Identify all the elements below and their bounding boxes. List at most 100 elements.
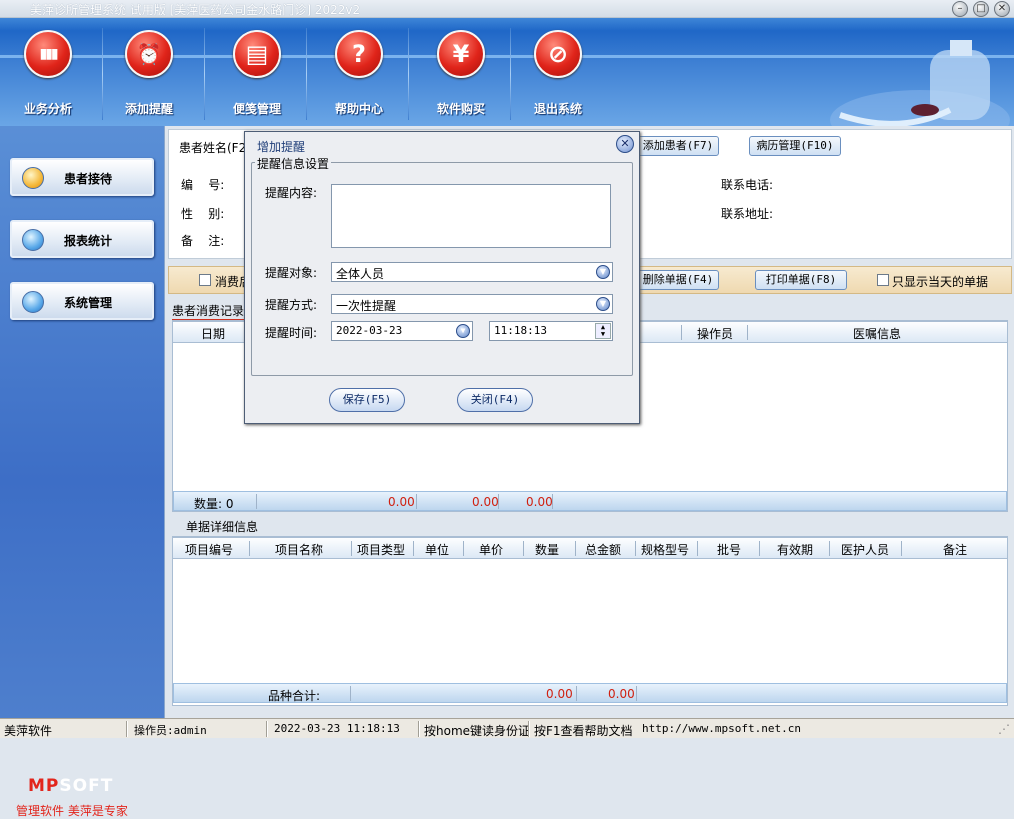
status-url: http://www.mpsoft.net.cn [642,722,801,735]
method-select[interactable]: 一次性提醒 ▼ [331,294,613,314]
status-separator [418,721,420,737]
toolbar-purchase[interactable]: ¥ 软件购买 [415,28,507,120]
tab-consumption-records[interactable]: 患者消费记录 [172,302,245,321]
date-picker[interactable]: 2022-03-23 ▼ [331,321,473,341]
patient-gender-label: 性 别: [181,207,225,221]
slogan: 管理软件 美萍是专家 [16,804,128,818]
status-id-card-hint: 按home键读身份证 [424,724,531,738]
sidebar-item-reception[interactable]: 患者接待 [10,158,154,196]
content-label: 提醒内容: [265,186,318,200]
dialog-title: 增加提醒 [257,140,306,154]
column-separator [697,541,698,556]
column-separator [575,541,576,556]
add-patient-button[interactable]: 添加患者(F7) [637,136,719,156]
detail-grid: 项目编号 项目名称 项目类型 单位 单价 数量 总金额 规格型号 批号 有效期 … [172,536,1008,706]
group-legend: 提醒信息设置 [255,155,332,172]
column-header: 单价 [479,543,504,557]
maximize-icon[interactable]: □ [973,1,989,17]
toolbar-divider [510,28,511,120]
column-separator [747,325,748,340]
column-separator [351,541,352,556]
question-icon: ? [335,30,383,78]
column-separator [256,494,257,509]
close-window-icon[interactable]: ✕ [994,1,1010,17]
total-value: 0.00 [608,687,635,701]
column-header: 日期 [201,327,226,341]
column-separator [681,325,682,340]
chevron-down-icon[interactable]: ▼ [596,297,610,311]
today-only-checkbox[interactable] [877,274,889,286]
count-label: 数量: 0 [194,497,234,511]
column-header: 数量 [535,543,560,557]
target-value: 全体人员 [336,267,385,281]
after-consume-checkbox[interactable] [199,274,211,286]
status-separator [126,721,128,737]
spin-arrows-icon[interactable]: ▲ ▼ [595,323,611,339]
column-header: 批号 [717,543,742,557]
status-datetime: 2022-03-23 11:18:13 [274,722,400,735]
column-separator [759,541,760,556]
toolbar-label: 便笺管理 [232,102,281,116]
add-reminder-dialog: 增加提醒 ✕ 提醒信息设置 提醒内容: 提醒对象: 全体人员 ▼ 提醒方式: 一… [244,131,640,424]
status-bar: 美萍软件 操作员:admin 2022-03-23 11:18:13 按home… [0,718,1014,738]
today-only-label: 只显示当天的单据 [892,275,989,289]
toolbar-help[interactable]: ? 帮助中心 [313,28,405,120]
toolbar-notes[interactable]: ▤ 便笺管理 [211,28,303,120]
sidebar-item-system[interactable]: 系统管理 [10,282,154,320]
phone-label: 联系电话: [721,178,774,192]
toolbar-label: 添加提醒 [124,102,173,116]
delete-receipt-button[interactable]: 删除单据(F4) [637,270,719,290]
chevron-down-icon[interactable]: ▼ [456,324,470,338]
status-separator [266,721,268,737]
time-spinner[interactable]: 11:18:13 ▲ ▼ [489,321,613,341]
clock-icon: ⏰ [125,30,173,78]
sidebar-item-reports[interactable]: 报表统计 [10,220,154,258]
close-button[interactable]: 关闭(F4) [457,388,533,412]
patient-id-label: 编 号: [181,178,225,192]
column-header: 规格型号 [641,543,690,557]
status-help-hint: 按F1查看帮助文档 [534,724,633,738]
column-header: 总金额 [585,543,622,557]
minimize-icon[interactable]: – [952,1,968,17]
detail-grid-header: 项目编号 项目名称 项目类型 单位 单价 数量 总金额 规格型号 批号 有效期 … [173,537,1007,559]
notepad-icon: ▤ [233,30,281,78]
column-separator [463,541,464,556]
window-title: 美萍诊所管理系统 试用版 [美萍医药公司金水路门诊] 2022v2 [30,3,361,17]
print-receipt-button[interactable]: 打印单据(F8) [755,270,847,290]
patient-name-label: 患者姓名(F2 [179,141,247,155]
title-bar: 美萍诊所管理系统 试用版 [美萍医药公司金水路门诊] 2022v2 – □ ✕ [0,0,1014,18]
column-separator [552,494,553,509]
toolbar-add-reminder[interactable]: ⏰ 添加提醒 [103,28,195,120]
detail-summary-bar: 品种合计: 0.00 0.00 [173,683,1007,703]
chevron-down-icon[interactable]: ▼ [596,265,610,279]
toolbar-label: 帮助中心 [334,102,383,116]
close-icon[interactable]: ✕ [616,135,634,153]
toolbar-exit[interactable]: ⊘ 退出系统 [512,28,604,120]
exit-icon: ⊘ [534,30,582,78]
column-header: 项目类型 [357,543,406,557]
toolbar-business-analysis[interactable]: ▮▮▮ 业务分析 [2,28,94,120]
column-separator [249,541,250,556]
orb-icon [22,229,44,251]
save-button[interactable]: 保存(F5) [329,388,405,412]
column-header: 操作员 [697,327,734,341]
target-select[interactable]: 全体人员 ▼ [331,262,613,282]
column-separator [576,686,577,701]
column-header: 备注 [943,543,968,557]
status-operator: 操作员:admin [134,724,207,737]
orb-icon [22,167,44,189]
medical-records-button[interactable]: 病历管理(F10) [749,136,841,156]
method-value: 一次性提醒 [336,299,397,313]
total-value: 0.00 [526,495,553,509]
column-separator [413,541,414,556]
column-header: 项目名称 [275,543,324,557]
total-value: 0.00 [388,495,415,509]
column-header: 医护人员 [841,543,890,557]
time-label: 提醒时间: [265,326,318,340]
status-app: 美萍软件 [4,724,53,738]
toolbar-divider [204,28,205,120]
sidebar: 患者接待 报表统计 系统管理 MPSOFT 管理软件 美萍是专家 [0,126,165,818]
mpsoft-logo: MPSOFT [28,776,114,796]
content-textarea[interactable] [331,184,611,248]
resize-grip-icon[interactable]: ⋰ [998,722,1010,736]
